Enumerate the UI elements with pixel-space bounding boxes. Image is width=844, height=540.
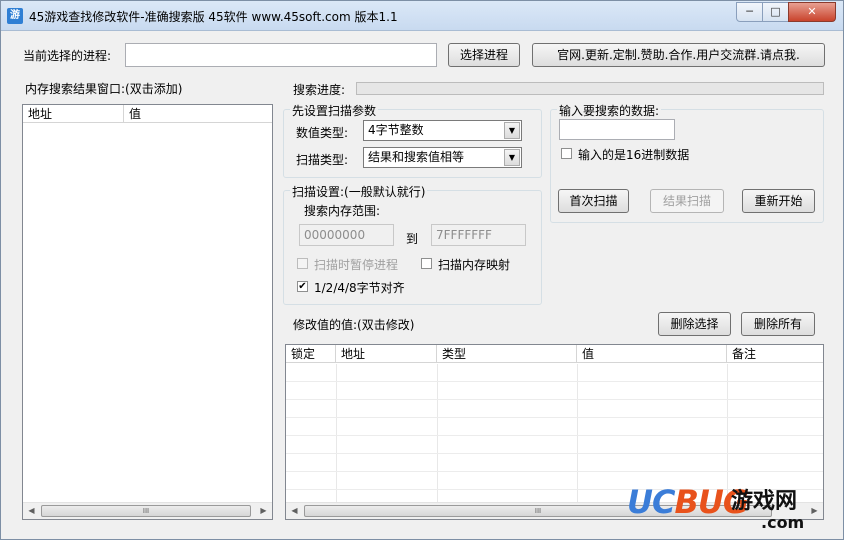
results-horizontal-scrollbar[interactable]: ◀ III ▶ bbox=[23, 502, 272, 519]
memory-range-label: 搜索内存范围: bbox=[304, 204, 381, 218]
title-bar[interactable]: 游 45游戏查找修改软件-准确搜索版 45软件 www.45soft.com 版… bbox=[1, 1, 843, 31]
watermark-uc: UC bbox=[627, 483, 675, 521]
hex-checkbox-label: 输入的是16进制数据 bbox=[578, 148, 690, 162]
column-header-type[interactable]: 类型 bbox=[437, 345, 577, 363]
pause-process-checkbox[interactable] bbox=[297, 258, 308, 269]
value-type-select[interactable]: 4字节整数 ▼ bbox=[363, 120, 522, 141]
grid-line bbox=[727, 364, 728, 502]
dropdown-arrow-icon[interactable]: ▼ bbox=[504, 122, 520, 139]
memory-mapped-checkbox[interactable] bbox=[421, 258, 432, 269]
column-header-address[interactable]: 地址 bbox=[336, 345, 437, 363]
minimize-button[interactable]: ─ bbox=[736, 2, 763, 22]
range-to-label: 到 bbox=[406, 232, 419, 246]
select-process-button[interactable]: 选择进程 bbox=[448, 43, 520, 67]
search-input-title: 输入要搜索的数据: bbox=[557, 102, 662, 119]
first-scan-button[interactable]: 首次扫描 bbox=[558, 189, 629, 213]
website-button[interactable]: 官网.更新.定制.赞助.合作.用户交流群.请点我. bbox=[532, 43, 825, 67]
checkmark-icon: ✔ bbox=[298, 281, 307, 292]
hex-checkbox[interactable] bbox=[561, 148, 572, 159]
grid-line bbox=[286, 399, 823, 400]
byte-align-label: 1/2/4/8字节对齐 bbox=[314, 281, 405, 295]
results-list[interactable]: 地址 值 ◀ III ▶ bbox=[22, 104, 273, 520]
app-icon: 游 bbox=[7, 8, 23, 24]
results-label: 内存搜索结果窗口:(双击添加) bbox=[25, 82, 183, 96]
grid-line bbox=[286, 417, 823, 418]
value-type-label: 数值类型: bbox=[296, 126, 349, 140]
search-value-input[interactable] bbox=[559, 119, 675, 140]
modify-values-label: 修改值的值:(双击修改) bbox=[293, 318, 415, 332]
delete-selected-button[interactable]: 删除选择 bbox=[658, 312, 731, 336]
restart-button[interactable]: 重新开始 bbox=[742, 189, 815, 213]
scroll-thumb[interactable]: III bbox=[41, 505, 251, 517]
grid-line bbox=[286, 381, 823, 382]
current-process-label: 当前选择的进程: bbox=[23, 49, 112, 63]
search-progress-label: 搜索进度: bbox=[293, 83, 346, 97]
watermark-logo: UCBUG bbox=[627, 483, 749, 521]
grid-line bbox=[286, 453, 823, 454]
delete-all-button[interactable]: 删除所有 bbox=[741, 312, 815, 336]
grid-line bbox=[286, 471, 823, 472]
range-end-input[interactable]: 7FFFFFFF bbox=[431, 224, 526, 246]
scan-settings-title: 扫描设置:(一般默认就行) bbox=[290, 183, 428, 200]
scroll-right-arrow-icon[interactable]: ▶ bbox=[255, 503, 272, 519]
column-header-value[interactable]: 值 bbox=[124, 105, 272, 123]
memory-mapped-label: 扫描内存映射 bbox=[438, 258, 511, 272]
column-header-lock[interactable]: 锁定 bbox=[286, 345, 336, 363]
close-button[interactable]: ✕ bbox=[788, 2, 836, 22]
watermark-chinese: 游戏网 bbox=[731, 488, 798, 514]
byte-align-checkbox[interactable]: ✔ bbox=[297, 281, 308, 292]
grid-line bbox=[577, 364, 578, 502]
result-scan-button[interactable]: 结果扫描 bbox=[650, 189, 724, 213]
scan-type-value: 结果和搜索值相等 bbox=[368, 150, 465, 164]
scan-type-select[interactable]: 结果和搜索值相等 ▼ bbox=[363, 147, 522, 168]
dropdown-arrow-icon[interactable]: ▼ bbox=[504, 149, 520, 166]
pause-process-label: 扫描时暂停进程 bbox=[314, 258, 399, 272]
scroll-left-arrow-icon[interactable]: ◀ bbox=[286, 503, 303, 519]
scroll-left-arrow-icon[interactable]: ◀ bbox=[23, 503, 40, 519]
value-type-value: 4字节整数 bbox=[368, 123, 424, 137]
search-progress-bar bbox=[356, 82, 824, 95]
column-header-value[interactable]: 值 bbox=[577, 345, 727, 363]
modify-list-header: 锁定 地址 类型 值 备注 bbox=[286, 345, 823, 363]
grid-line bbox=[336, 364, 337, 502]
current-process-field[interactable] bbox=[125, 43, 437, 67]
results-list-header: 地址 值 bbox=[23, 105, 272, 123]
window-title: 45游戏查找修改软件-准确搜索版 45软件 www.45soft.com 版本1… bbox=[29, 10, 398, 24]
scan-type-label: 扫描类型: bbox=[296, 153, 349, 167]
column-header-address[interactable]: 地址 bbox=[23, 105, 124, 123]
grid-line bbox=[437, 364, 438, 502]
scan-params-title: 先设置扫描参数 bbox=[290, 102, 379, 119]
grid-line bbox=[286, 435, 823, 436]
watermark-domain: .com bbox=[761, 513, 805, 532]
range-start-input[interactable]: 00000000 bbox=[299, 224, 394, 246]
app-window: 游 45游戏查找修改软件-准确搜索版 45软件 www.45soft.com 版… bbox=[0, 0, 844, 540]
maximize-button[interactable]: □ bbox=[762, 2, 789, 22]
column-header-note[interactable]: 备注 bbox=[727, 345, 823, 363]
ucbug-watermark: UCBUG 游戏网 .com bbox=[627, 485, 839, 535]
